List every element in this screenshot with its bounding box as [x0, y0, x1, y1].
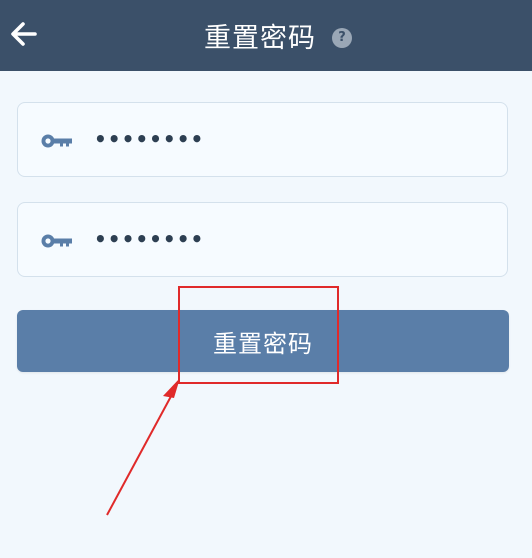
pointer-arrow-head [163, 378, 180, 398]
arrow-left-icon [11, 22, 37, 46]
confirm-password-field[interactable]: •••••••• [17, 202, 508, 277]
header-title-row: 重置密码 ? [0, 0, 532, 71]
key-icon [41, 134, 72, 148]
app-header: 重置密码 ? [0, 0, 532, 71]
pointer-arrow-shaft [106, 386, 177, 516]
page-title: 重置密码 [204, 23, 316, 54]
help-icon[interactable]: ? [332, 27, 352, 48]
key-icon [41, 234, 72, 248]
reset-password-button[interactable]: 重置密码 [17, 310, 509, 372]
annotation-overlay [106, 286, 339, 516]
back-button[interactable] [8, 18, 40, 50]
confirm-password-value: •••••••• [94, 227, 205, 251]
password-field[interactable]: •••••••• [17, 102, 508, 177]
password-value: •••••••• [94, 127, 205, 151]
